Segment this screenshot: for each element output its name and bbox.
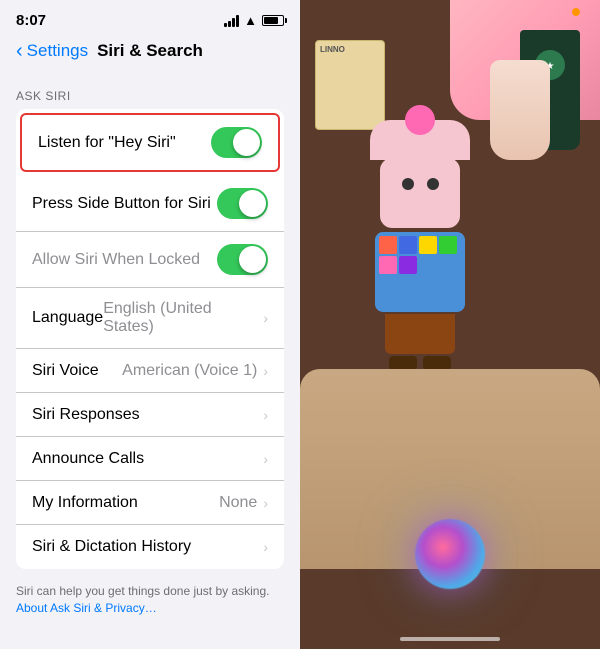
my-information-label: My Information: [32, 494, 138, 512]
nav-header: ‹ Settings Siri & Search: [0, 33, 300, 73]
lego-body: [375, 232, 465, 312]
language-value: English (United States): [103, 300, 257, 336]
listen-hey-siri-label: Listen for "Hey Siri": [38, 134, 176, 152]
box-label: LINNO: [316, 41, 384, 58]
language-label: Language: [32, 309, 103, 327]
my-information-value: None: [219, 494, 257, 512]
page-title: Siri & Search: [97, 41, 203, 61]
battery-icon: [262, 15, 284, 26]
siri-voice-chevron-icon: ›: [263, 363, 268, 379]
lego-head: [380, 158, 460, 228]
settings-panel: 8:07 ▲ ‹ Settings Siri & Search ASK SIRI…: [0, 0, 300, 649]
language-row[interactable]: Language English (United States) ›: [16, 288, 284, 349]
siri-responses-row[interactable]: Siri Responses ›: [16, 393, 284, 437]
announce-calls-chevron-icon: ›: [263, 451, 268, 467]
lego-feet: [340, 356, 500, 370]
lego-eye-right: [427, 178, 439, 190]
my-information-right: None ›: [219, 494, 268, 512]
siri-voice-value: American (Voice 1): [122, 362, 257, 380]
allow-siri-locked-label: Allow Siri When Locked: [32, 251, 200, 269]
language-right: English (United States) ›: [103, 300, 268, 336]
press-side-button-label: Press Side Button for Siri: [32, 195, 211, 213]
siri-responses-chevron-icon: ›: [263, 407, 268, 423]
box-area: LINNO: [315, 40, 385, 130]
hand-area: [490, 60, 570, 180]
language-chevron-icon: ›: [263, 310, 268, 326]
siri-dictation-history-row[interactable]: Siri & Dictation History ›: [16, 525, 284, 569]
status-icons: ▲: [224, 13, 284, 28]
ask-siri-section-header: ASK SIRI: [0, 73, 300, 109]
lego-figure: [340, 120, 500, 380]
ask-siri-group: Listen for "Hey Siri" Press Side Button …: [16, 109, 284, 569]
lego-legs: [385, 314, 455, 354]
lego-hat: [370, 120, 470, 160]
siri-voice-label: Siri Voice: [32, 362, 99, 380]
listen-hey-siri-row[interactable]: Listen for "Hey Siri": [20, 113, 280, 172]
my-information-row[interactable]: My Information None ›: [16, 481, 284, 525]
lego-blocks: [375, 232, 475, 278]
home-indicator: [400, 637, 500, 641]
photo-panel: ★ LINNO: [300, 0, 600, 649]
lego-eyes: [380, 158, 460, 190]
wifi-icon: ▲: [244, 13, 257, 28]
my-information-chevron-icon: ›: [263, 495, 268, 511]
notification-dot: [572, 8, 580, 16]
back-button[interactable]: ‹ Settings: [16, 41, 88, 61]
announce-calls-label: Announce Calls: [32, 450, 144, 468]
announce-calls-row[interactable]: Announce Calls ›: [16, 437, 284, 481]
siri-orb: [415, 519, 485, 589]
lego-hat-pom: [405, 105, 435, 135]
ask-siri-footer: Siri can help you get things done just b…: [0, 577, 300, 629]
back-label: Settings: [27, 41, 88, 61]
lego-eye-left: [402, 178, 414, 190]
siri-dictation-history-label: Siri & Dictation History: [32, 538, 191, 556]
press-side-button-toggle[interactable]: [217, 188, 268, 219]
listen-hey-siri-toggle[interactable]: [211, 127, 262, 158]
siri-voice-row[interactable]: Siri Voice American (Voice 1) ›: [16, 349, 284, 393]
settings-content: ASK SIRI Listen for "Hey Siri" Press Sid…: [0, 73, 300, 642]
siri-responses-label: Siri Responses: [32, 406, 140, 424]
ask-siri-footer-text: Siri can help you get things done just b…: [16, 584, 270, 598]
status-time: 8:07: [16, 12, 46, 29]
press-side-button-row[interactable]: Press Side Button for Siri: [16, 176, 284, 232]
back-chevron-icon: ‹: [16, 41, 23, 61]
ask-siri-footer-link[interactable]: About Ask Siri & Privacy…: [16, 601, 157, 615]
siri-voice-right: American (Voice 1) ›: [122, 362, 268, 380]
allow-siri-locked-row[interactable]: Allow Siri When Locked: [16, 232, 284, 288]
allow-siri-locked-toggle[interactable]: [217, 244, 268, 275]
content-from-apple-section-header: CONTENT FROM APPLE: [0, 629, 300, 642]
siri-dictation-history-chevron-icon: ›: [263, 539, 268, 555]
status-bar: 8:07 ▲: [0, 0, 300, 33]
signal-icon: [224, 15, 239, 27]
